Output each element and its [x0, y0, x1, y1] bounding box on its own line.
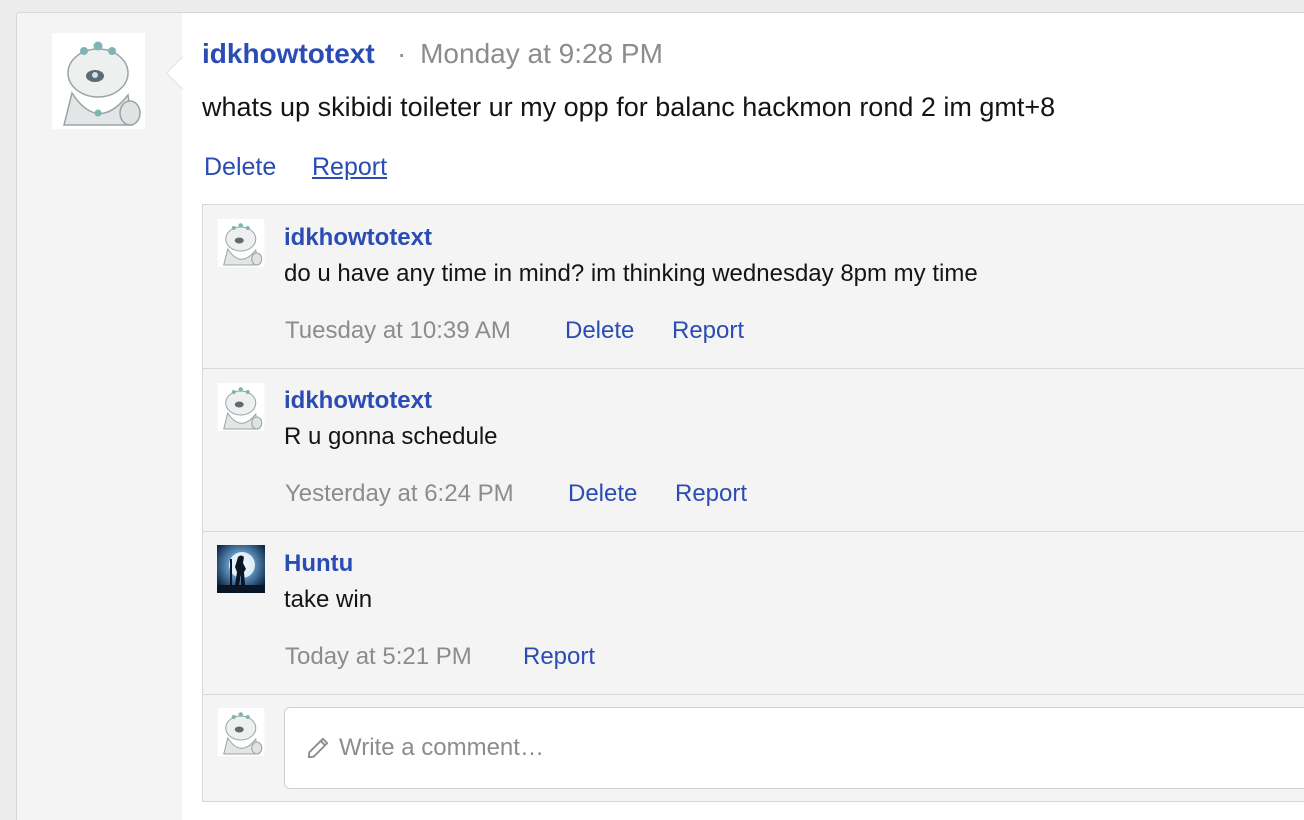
comment-message: R u gonna schedule — [284, 423, 498, 450]
pencil-icon — [307, 737, 329, 759]
comment-delete-link[interactable]: Delete — [565, 317, 634, 345]
robot-mascot-icon — [217, 219, 265, 267]
comment-report-link[interactable]: Report — [672, 317, 744, 345]
post-meta: · Monday at 9:28 PM — [397, 38, 663, 70]
comment-timestamp[interactable]: Today at 5:21 PM — [285, 643, 472, 671]
comment-author-name[interactable]: idkhowtotext — [284, 224, 432, 252]
comment-author-avatar[interactable] — [217, 383, 265, 431]
comment-delete-link[interactable]: Delete — [568, 480, 637, 508]
comment-message: take win — [284, 586, 373, 613]
write-comment-placeholder: Write a comment… — [339, 734, 544, 761]
post-report-link[interactable]: Report — [312, 153, 387, 182]
comment-timestamp[interactable]: Tuesday at 10:39 AM — [285, 317, 511, 345]
post-timestamp[interactable]: Monday at 9:28 PM — [420, 38, 663, 69]
comment-item: idkhowtotext do u have any time in mind?… — [203, 205, 1304, 369]
post-author-avatar[interactable] — [52, 33, 145, 129]
comment-report-link[interactable]: Report — [523, 643, 595, 671]
moon-silhouette-icon — [217, 545, 265, 593]
comment-message: do u have any time in mind? im thinking … — [284, 260, 978, 287]
robot-mascot-icon — [217, 383, 265, 431]
post-message: whats up skibidi toileter ur my opp for … — [202, 92, 1056, 122]
comment-item: Huntu take win Today at 5:21 PM Report — [203, 532, 1304, 695]
robot-mascot-icon — [217, 708, 265, 756]
comment-report-link[interactable]: Report — [675, 480, 747, 508]
robot-mascot-icon — [52, 33, 145, 129]
write-comment-input[interactable]: Write a comment… — [284, 707, 1304, 789]
meta-separator: · — [397, 38, 407, 69]
post-delete-link[interactable]: Delete — [204, 153, 276, 182]
post-author-name[interactable]: idkhowtotext — [202, 38, 375, 70]
comment-item: idkhowtotext R u gonna schedule Yesterda… — [203, 369, 1304, 532]
comment-timestamp[interactable]: Yesterday at 6:24 PM — [285, 480, 514, 508]
composer-avatar[interactable] — [217, 708, 265, 756]
comment-author-avatar[interactable] — [217, 219, 265, 267]
comment-author-name[interactable]: Huntu — [284, 550, 353, 578]
comment-author-name[interactable]: idkhowtotext — [284, 387, 432, 415]
comments-list: idkhowtotext do u have any time in mind?… — [202, 204, 1304, 802]
comment-author-avatar[interactable] — [217, 545, 265, 593]
